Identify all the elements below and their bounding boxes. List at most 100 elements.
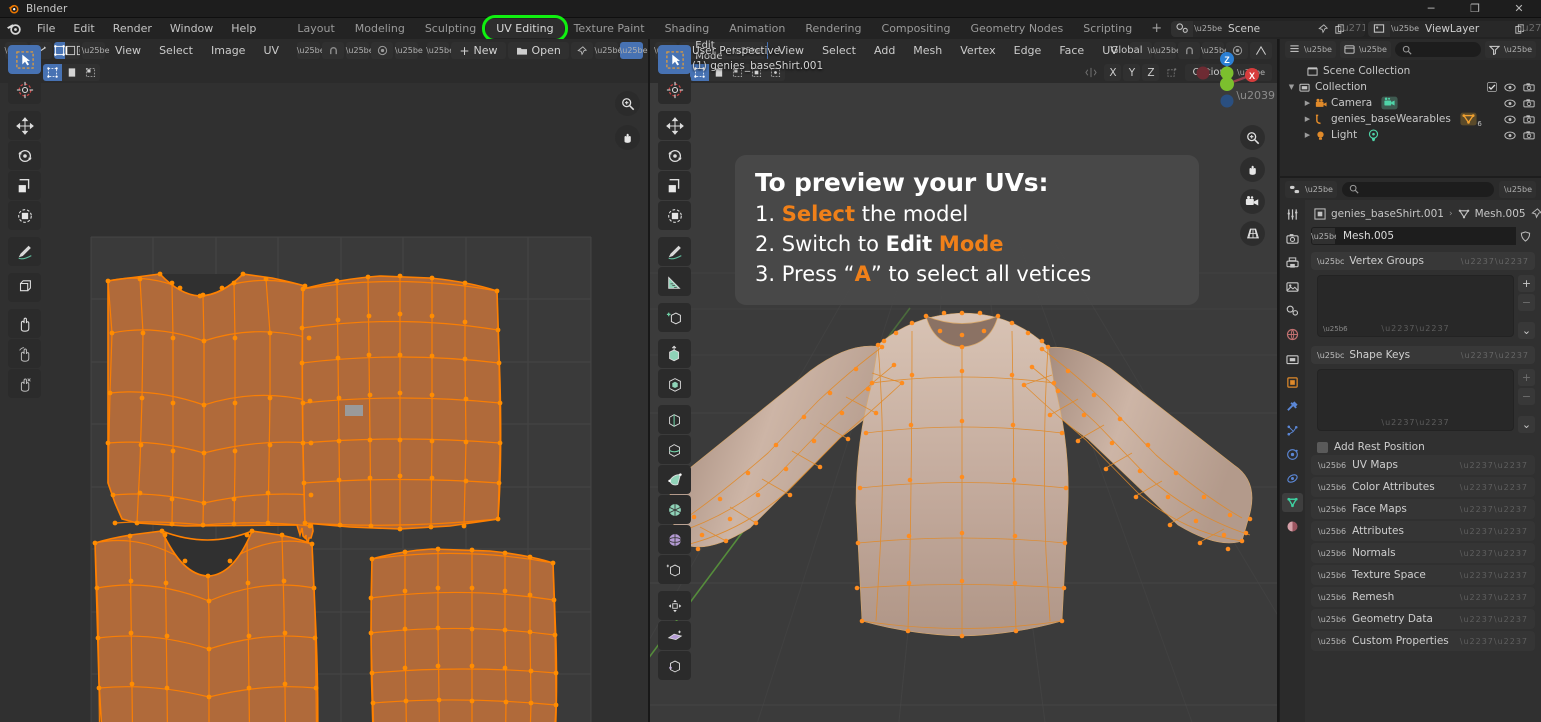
section-geometry-data[interactable]: \u25b6 Geometry Data \u2237\u2237	[1311, 609, 1535, 629]
eye-icon[interactable]	[1504, 115, 1516, 124]
section-grip-icon[interactable]: \u2237\u2237	[1460, 615, 1528, 624]
properties-tab-view-layer[interactable]	[1282, 277, 1303, 296]
properties-tab-tool[interactable]	[1282, 205, 1303, 224]
section-grip-icon[interactable]: \u2237\u2237	[1460, 527, 1528, 536]
viewport-tool-measure[interactable]	[658, 267, 691, 296]
workspace-tab-geometry-nodes[interactable]: Geometry Nodes	[960, 19, 1073, 38]
light-data-icon[interactable]	[1366, 128, 1381, 142]
uv-snap-magnet-button[interactable]	[322, 42, 345, 59]
workspace-tab-shading[interactable]: Shading	[655, 19, 720, 38]
workspace-tab-uv-editing[interactable]: UV Editing	[482, 15, 568, 42]
fake-user-shield-icon[interactable]	[1516, 227, 1535, 245]
eye-icon[interactable]	[1504, 99, 1516, 108]
properties-tab-constraints[interactable]	[1282, 469, 1303, 488]
uv-mesh-vertex-mode[interactable]	[43, 64, 62, 81]
properties-editor-type-button[interactable]: \u25be	[1285, 180, 1337, 198]
viewport-zoom-icon[interactable]	[1240, 125, 1265, 150]
uv-menu-image[interactable]: Image	[203, 42, 253, 59]
properties-search-input[interactable]	[1341, 181, 1495, 197]
section-grip-icon[interactable]: \u2237\u2237	[1460, 483, 1528, 492]
properties-tab-world[interactable]	[1282, 325, 1303, 344]
uv-menu-uv[interactable]: UV	[255, 42, 287, 59]
uv-selection-mode-group[interactable]	[53, 42, 81, 59]
section-attributes[interactable]: \u25b6 Attributes \u2237\u2237	[1311, 521, 1535, 541]
outliner-row-camera[interactable]: ▶ Camera	[1280, 95, 1541, 111]
eye-icon[interactable]	[1504, 131, 1516, 140]
viewport-tool-scale[interactable]	[658, 171, 691, 200]
uv-tool-rotate[interactable]	[8, 141, 41, 170]
expand-triangle-icon[interactable]: ▶	[1302, 99, 1313, 107]
workspace-tab-scripting[interactable]: Scripting	[1073, 19, 1142, 38]
viewlayer-dropdown-chevron-icon[interactable]: \u25be	[1391, 24, 1419, 33]
remove-vertex-group-button[interactable]: −	[1518, 294, 1535, 311]
menu-window[interactable]: Window	[161, 20, 222, 37]
uv-tool-transform[interactable]	[8, 201, 41, 230]
uv-zoom-icon[interactable]	[615, 91, 640, 116]
properties-tab-modifier[interactable]	[1282, 397, 1303, 416]
outliner-editor-type-button[interactable]: \u25be	[1285, 41, 1336, 58]
section-custom-properties[interactable]: \u25b6 Custom Properties \u2237\u2237	[1311, 631, 1535, 651]
vertex-groups-listbox[interactable]: \u25b6 \u2237\u2237	[1317, 275, 1514, 337]
section-grip-icon[interactable]: \u2237\u2237	[1460, 593, 1528, 602]
uv-tool-cursor[interactable]	[8, 75, 41, 104]
workspace-tab-rendering[interactable]: Rendering	[795, 19, 871, 38]
viewport-tool-add-cube[interactable]	[658, 303, 691, 332]
uv-display-channels-button[interactable]: \u25be	[595, 42, 622, 59]
shape-keys-listbox[interactable]: \u2237\u2237	[1317, 369, 1514, 431]
camera-data-icon[interactable]	[1381, 96, 1398, 110]
remove-scene-button[interactable]: \u2715	[1339, 21, 1365, 37]
close-button[interactable]: ✕	[1497, 0, 1541, 18]
uv-tool-grab[interactable]	[8, 309, 41, 338]
uv-tool-relax[interactable]	[8, 339, 41, 368]
viewport-tool-poly-build[interactable]	[658, 495, 691, 524]
expand-triangle-icon[interactable]: ▶	[1302, 115, 1313, 123]
outliner-row-scene-collection[interactable]: Scene Collection	[1280, 63, 1541, 79]
blender-menu-icon[interactable]	[6, 22, 22, 36]
shape-keys-panel-header[interactable]: \u25bc Shape Keys \u2237\u2237	[1311, 346, 1535, 364]
viewport-menu-mesh[interactable]: Mesh	[905, 42, 950, 59]
mirror-z-toggle[interactable]: Z	[1142, 64, 1160, 81]
add-rest-position-row[interactable]: Add Rest Position	[1317, 441, 1535, 453]
viewport-tool-shrink-fatten[interactable]	[658, 621, 691, 650]
section-normals[interactable]: \u25b6 Normals \u2237\u2237	[1311, 543, 1535, 563]
outliner-display-mode-button[interactable]: \u25be	[1339, 41, 1391, 58]
mesh-datablock-icon[interactable]: \u25be	[1311, 227, 1339, 245]
scene-dropdown-chevron-icon[interactable]: \u25be	[1194, 24, 1222, 33]
uv-menu-view[interactable]: View	[107, 42, 149, 59]
topology-mirror-button[interactable]	[1161, 64, 1183, 81]
menu-edit[interactable]: Edit	[64, 20, 103, 37]
mesh-datablock-field[interactable]: \u25be Mesh.005	[1311, 227, 1535, 245]
sidebar-collapse-arrow-icon[interactable]: \u2039	[1236, 89, 1275, 102]
mesh-data-icon[interactable]: 6	[1460, 112, 1482, 128]
outliner-row-genies-basewearables[interactable]: ▶ genies_baseWearables 6	[1280, 111, 1541, 128]
camera-render-icon[interactable]	[1523, 114, 1535, 124]
scene-pin-icon[interactable]	[1314, 21, 1331, 37]
minimize-button[interactable]: ─	[1409, 0, 1453, 18]
properties-tab-object[interactable]	[1282, 373, 1303, 392]
workspace-tab-compositing[interactable]: Compositing	[872, 19, 961, 38]
mirror-x-toggle[interactable]: X	[1104, 64, 1122, 81]
section-grip-icon[interactable]: \u2237\u2237	[1460, 549, 1528, 558]
camera-render-icon[interactable]	[1523, 130, 1535, 140]
add-workspace-button[interactable]: +	[1142, 21, 1171, 36]
outliner-filter-button[interactable]: \u25be	[1485, 41, 1536, 58]
panel-grip-icon[interactable]: \u2237\u2237	[1461, 351, 1529, 360]
viewport-tool-rip-region[interactable]	[658, 651, 691, 680]
list-resize-grip-icon[interactable]: \u2237\u2237	[1381, 324, 1449, 333]
uv-snap-target-button[interactable]: \u25be	[346, 42, 374, 59]
pivot-point-button[interactable]: \u25be	[1153, 42, 1181, 59]
viewport-perspective-grid-icon[interactable]	[1240, 221, 1265, 246]
add-vertex-group-button[interactable]: +	[1518, 275, 1535, 292]
workspace-tab-modeling[interactable]: Modeling	[345, 19, 415, 38]
uv-mesh-select-mode-group[interactable]	[43, 64, 100, 81]
viewport-tool-smooth[interactable]	[658, 555, 691, 584]
viewport-tool-annotate[interactable]	[658, 237, 691, 266]
viewport-camera-icon[interactable]	[1240, 189, 1265, 214]
uv-canvas[interactable]	[0, 83, 648, 722]
viewport-tool-extrude-region[interactable]	[658, 339, 691, 368]
uv-image-browse-button[interactable]: \u25be	[426, 42, 454, 59]
vertex-groups-list[interactable]: \u25b6 \u2237\u2237 + − ⌄	[1317, 275, 1535, 339]
uv-open-image-button[interactable]: Open	[507, 42, 569, 59]
viewport-tool-cursor[interactable]	[658, 75, 691, 104]
uv-edge-select-mode[interactable]	[64, 42, 76, 59]
